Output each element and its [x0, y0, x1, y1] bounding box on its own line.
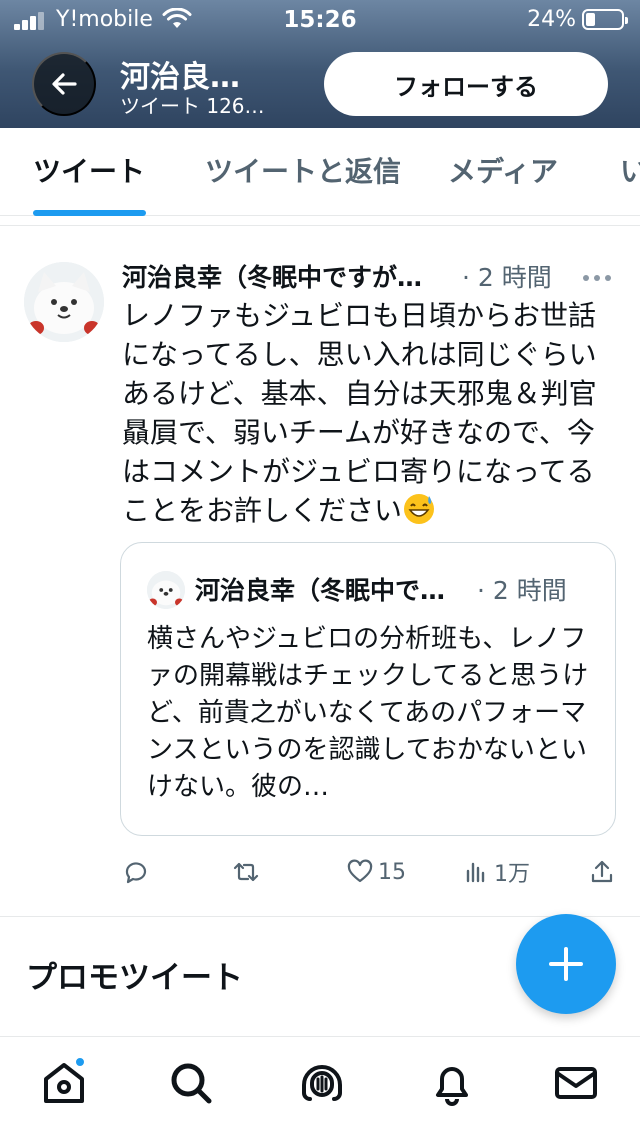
mail-icon	[555, 1067, 597, 1099]
like-count: 15	[378, 859, 406, 885]
quote-avatar	[147, 571, 185, 609]
compose-tweet-button[interactable]	[516, 914, 616, 1014]
nav-explore[interactable]	[167, 1059, 215, 1107]
view-count: 1万	[494, 862, 530, 887]
bar-chart-icon	[466, 862, 485, 883]
tweet-author[interactable]: 河治良幸（冬眠中ですが…	[122, 258, 462, 294]
follow-button[interactable]: フォローする	[324, 52, 608, 116]
divider	[0, 916, 640, 917]
reply-button[interactable]	[122, 856, 150, 888]
heart-icon	[347, 859, 373, 883]
status-bar: Y!mobile 15:26 24%	[0, 0, 640, 40]
like-button[interactable]: 15	[346, 856, 406, 888]
quote-timestamp: · 2 時間	[477, 576, 567, 605]
promoted-tweets-heading: プロモツイート	[26, 960, 243, 996]
back-button[interactable]	[32, 52, 96, 116]
arrow-left-icon	[52, 73, 77, 95]
avatar[interactable]	[24, 262, 104, 342]
battery-icon	[582, 9, 628, 30]
grinning-sweat-emoji-icon	[404, 494, 435, 524]
nav-notifications[interactable]	[428, 1059, 476, 1107]
tweet-timestamp[interactable]: · 2 時間	[462, 258, 552, 294]
spaces-microphone-icon	[302, 1065, 342, 1101]
tweet-actions: 15 1万	[0, 850, 640, 894]
tab-likes[interactable]: い	[620, 128, 640, 215]
nav-spaces[interactable]	[298, 1059, 346, 1107]
reply-icon	[125, 862, 147, 884]
retweet-icon	[233, 862, 259, 882]
more-options-icon[interactable]	[582, 274, 612, 282]
retweet-button[interactable]	[232, 856, 260, 888]
share-button[interactable]	[588, 856, 616, 888]
dog-avatar-icon	[147, 571, 185, 609]
tab-media[interactable]: メディア	[448, 128, 558, 215]
search-icon	[171, 1063, 212, 1104]
plus-icon	[549, 947, 583, 981]
quote-text: 横さんやジュビロの分析班も、レノファの開幕戦はチェックしてると思うけど、前貴之が…	[147, 624, 589, 802]
dog-avatar-icon	[24, 262, 104, 342]
divider	[0, 216, 640, 226]
quote-author: 河治良幸（冬眠中で…	[195, 576, 446, 605]
new-content-badge	[74, 1056, 86, 1068]
profile-tabs: ツイート ツイートと返信 メディア い	[0, 128, 640, 216]
tweet-text: レノファもジュビロも日頃からお世話になってるし、思い入れは同じぐらいあるけど、基…	[122, 299, 597, 527]
tab-tweets[interactable]: ツイート	[33, 128, 145, 215]
bell-icon	[436, 1067, 468, 1106]
battery-percent: 24%	[527, 7, 576, 32]
tab-tweets-and-replies[interactable]: ツイートと返信	[205, 128, 401, 215]
nav-messages[interactable]	[552, 1059, 600, 1107]
share-icon	[591, 860, 613, 883]
bottom-nav	[0, 1037, 640, 1136]
tweet-count: ツイート 126…	[120, 94, 265, 118]
quoted-tweet[interactable]: 河治良幸（冬眠中で… · 2 時間 横さんやジュビロの分析班も、レノファの開幕戦…	[120, 542, 616, 836]
views-button[interactable]: 1万	[462, 856, 530, 888]
